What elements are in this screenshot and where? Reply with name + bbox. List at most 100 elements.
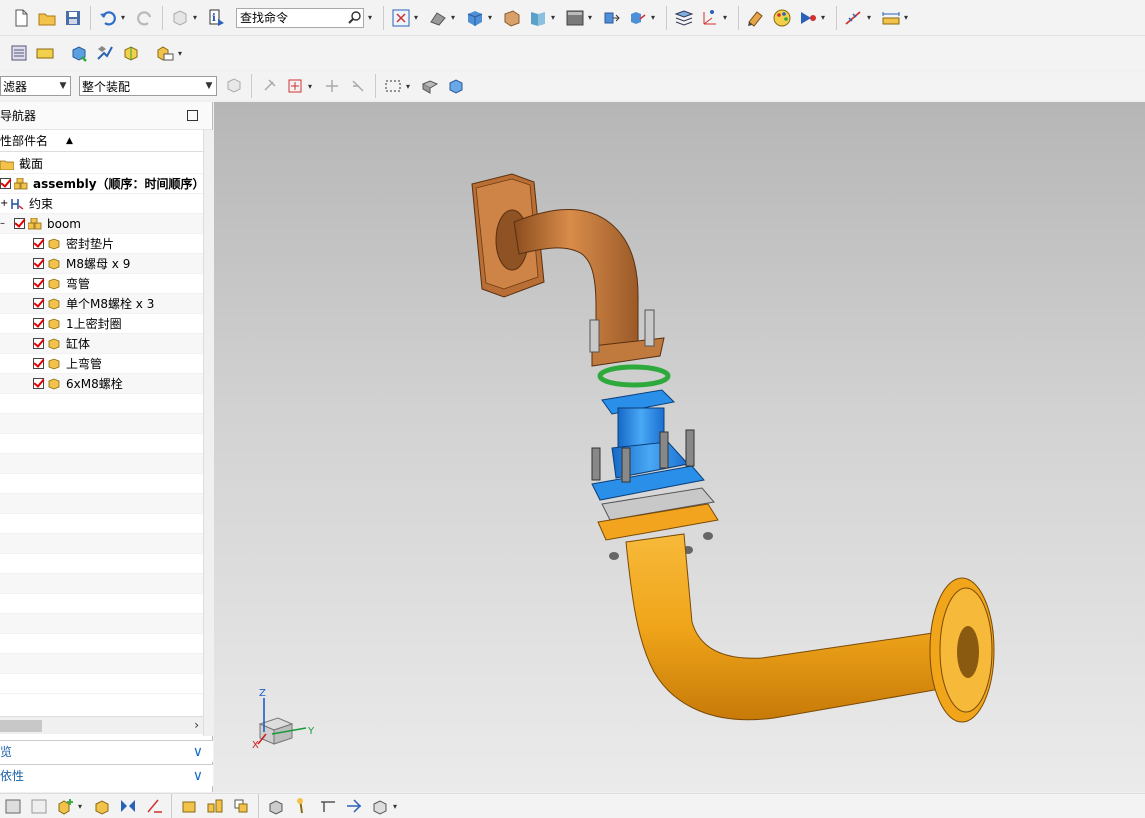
open-folder-icon[interactable] xyxy=(36,7,58,29)
shaded-view-icon[interactable] xyxy=(464,7,486,29)
tree-row-boom[interactable]: – boom xyxy=(0,214,203,234)
show-hide-dropdown-icon[interactable]: ▾ xyxy=(821,13,828,22)
select-faces-icon[interactable] xyxy=(419,75,441,97)
rectangle-select-icon[interactable] xyxy=(382,75,404,97)
bottom-tool-11-icon[interactable] xyxy=(291,795,313,817)
expand-plus-icon[interactable]: + xyxy=(0,198,10,209)
tree-row-part[interactable]: 单个M8螺栓 x 3 xyxy=(0,294,203,314)
filter-reset-icon[interactable] xyxy=(223,75,245,97)
undo-icon[interactable] xyxy=(97,7,119,29)
point-snap-icon[interactable] xyxy=(284,75,306,97)
visibility-checkbox[interactable] xyxy=(33,298,44,309)
section-preview[interactable]: 览 ∨ xyxy=(0,740,213,762)
background-icon[interactable] xyxy=(527,7,549,29)
chevron-down-icon[interactable]: ∨ xyxy=(193,744,203,760)
component-attributes-icon[interactable] xyxy=(154,42,176,64)
tree-row-constraints[interactable]: + 约束 xyxy=(0,194,203,214)
visibility-checkbox[interactable] xyxy=(14,218,25,229)
bottom-tool-1-icon[interactable] xyxy=(2,795,24,817)
reposition-dropdown-icon[interactable]: ▾ xyxy=(651,13,658,22)
bottom-tool-10-icon[interactable] xyxy=(265,795,287,817)
bottom-tool-14-icon[interactable] xyxy=(369,795,391,817)
lower-bent-pipe[interactable] xyxy=(625,533,947,721)
shaded-dropdown-icon[interactable]: ▾ xyxy=(488,13,495,22)
visibility-checkbox[interactable] xyxy=(33,238,44,249)
tree-row-section[interactable]: 截面 xyxy=(0,154,203,174)
scope-select[interactable]: 整个装配 ▼ xyxy=(79,76,217,96)
snap-point-icon[interactable] xyxy=(843,7,865,29)
command-search-input[interactable]: 查找命令 xyxy=(236,7,364,28)
measure-dropdown-icon[interactable]: ▾ xyxy=(904,13,911,22)
scroll-right-icon[interactable]: › xyxy=(194,718,199,732)
measure-icon[interactable] xyxy=(880,7,902,29)
visibility-checkbox[interactable] xyxy=(33,338,44,349)
layers-icon[interactable] xyxy=(673,7,695,29)
bottom-tool-13-icon[interactable] xyxy=(343,795,365,817)
visibility-checkbox[interactable] xyxy=(33,378,44,389)
snap-mode-dropdown-icon[interactable]: ▾ xyxy=(308,82,315,91)
mirror-icon[interactable] xyxy=(117,795,139,817)
new-file-icon[interactable] xyxy=(10,7,32,29)
fit-view-icon[interactable] xyxy=(390,7,412,29)
tree-row-part[interactable]: 1上密封圈 xyxy=(0,314,203,334)
search-dropdown-icon[interactable]: ▾ xyxy=(368,13,375,22)
background-dropdown-icon[interactable]: ▾ xyxy=(551,13,558,22)
bottom-tool-12-icon[interactable] xyxy=(317,795,339,817)
visibility-checkbox[interactable] xyxy=(33,358,44,369)
add-item-icon[interactable] xyxy=(54,795,76,817)
select-mode-dropdown-icon[interactable]: ▾ xyxy=(406,82,413,91)
visibility-checkbox[interactable] xyxy=(33,278,44,289)
snap-gray2-icon[interactable] xyxy=(347,75,369,97)
collapse-minus-icon[interactable]: – xyxy=(0,218,14,229)
info-icon[interactable]: i xyxy=(206,7,228,29)
section-dropdown-icon[interactable]: ▾ xyxy=(451,13,458,22)
section-dependencies[interactable]: 依性 ∨ xyxy=(0,764,213,786)
attributes-dropdown-icon[interactable]: ▾ xyxy=(178,49,185,58)
tree-row-part[interactable]: 6xM8螺栓 xyxy=(0,374,203,394)
move-component-icon[interactable] xyxy=(601,7,623,29)
bottom-tool-6-icon[interactable] xyxy=(143,795,165,817)
scrollbar-thumb[interactable] xyxy=(0,720,42,732)
navigator-horizontal-scrollbar[interactable]: › xyxy=(0,716,203,734)
graphics-viewport[interactable]: Z Y X xyxy=(214,102,1145,792)
add-component-icon[interactable] xyxy=(68,42,90,64)
snap-pin-icon[interactable] xyxy=(258,75,280,97)
tree-row-part[interactable]: 密封垫片 xyxy=(0,234,203,254)
bottom-tool-2-icon[interactable] xyxy=(28,795,50,817)
assembly-constraint-icon[interactable] xyxy=(94,42,116,64)
tree-row-part[interactable]: 上弯管 xyxy=(0,354,203,374)
show-hide-icon[interactable] xyxy=(797,7,819,29)
navigator-vertical-scrollbar[interactable] xyxy=(203,130,213,736)
chevron-down-icon[interactable]: ∨ xyxy=(193,768,203,784)
components-dropdown-icon[interactable]: ▾ xyxy=(193,13,200,22)
maximize-icon[interactable] xyxy=(187,110,198,121)
select-bodies-icon[interactable] xyxy=(445,75,467,97)
redo-icon[interactable] xyxy=(134,7,156,29)
end-flange[interactable] xyxy=(929,577,995,723)
search-icon[interactable] xyxy=(347,10,363,26)
palette-icon[interactable] xyxy=(771,7,793,29)
assembly-navigator-icon[interactable] xyxy=(8,42,30,64)
bottom-tool-8-icon[interactable] xyxy=(204,795,226,817)
type-filter-select[interactable]: 滤器 ▼ xyxy=(0,76,71,96)
fit-dropdown-icon[interactable]: ▾ xyxy=(414,13,421,22)
edit-object-icon[interactable] xyxy=(745,7,767,29)
display-frame-icon[interactable] xyxy=(564,7,586,29)
assembly-model[interactable]: Z Y X xyxy=(214,102,1145,792)
section-view-icon[interactable] xyxy=(427,7,449,29)
snap-dropdown-icon[interactable]: ▾ xyxy=(867,13,874,22)
navigator-column-header[interactable]: 性部件名 ▲ xyxy=(0,130,203,152)
bottom-dropdown-icon[interactable]: ▾ xyxy=(393,802,400,811)
add-dropdown-icon[interactable]: ▾ xyxy=(78,802,85,811)
wcs-icon[interactable] xyxy=(699,7,721,29)
assembly-note-icon[interactable] xyxy=(34,42,56,64)
tree-row-part[interactable]: M8螺母 x 9 xyxy=(0,254,203,274)
visibility-checkbox[interactable] xyxy=(0,178,11,189)
mirror-assembly-icon[interactable] xyxy=(120,42,142,64)
frame-dropdown-icon[interactable]: ▾ xyxy=(588,13,595,22)
visibility-checkbox[interactable] xyxy=(33,318,44,329)
snap-gray-icon[interactable] xyxy=(321,75,343,97)
bottom-tool-7-icon[interactable] xyxy=(178,795,200,817)
blue-cylinder-body[interactable] xyxy=(591,389,705,501)
tree-row-part[interactable]: 缸体 xyxy=(0,334,203,354)
